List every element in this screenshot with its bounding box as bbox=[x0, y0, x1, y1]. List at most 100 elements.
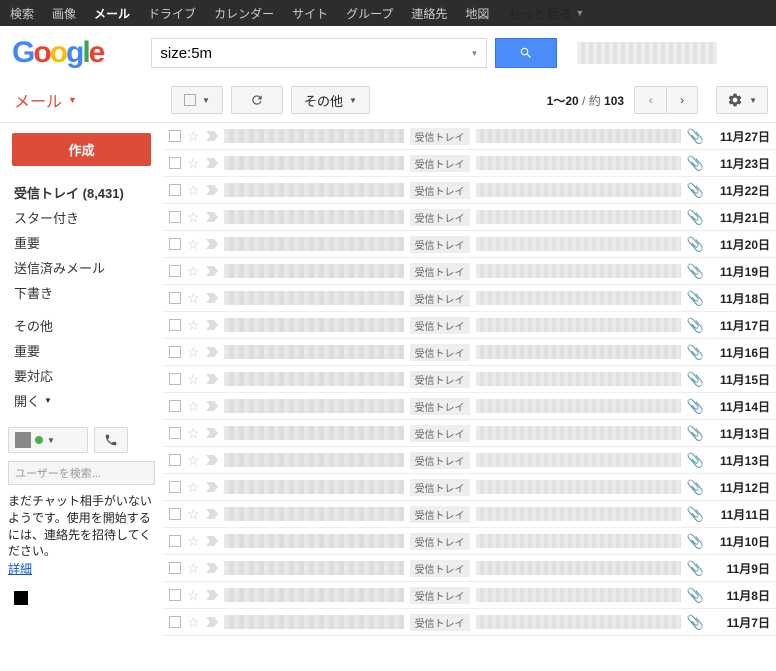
star-icon[interactable]: ☆ bbox=[187, 614, 200, 631]
star-icon[interactable]: ☆ bbox=[187, 209, 200, 226]
row-checkbox[interactable] bbox=[169, 562, 181, 574]
sidebar-item-needs-action[interactable]: 要対応 bbox=[8, 363, 155, 388]
row-checkbox[interactable] bbox=[169, 616, 181, 628]
row-checkbox[interactable] bbox=[169, 238, 181, 250]
table-row[interactable]: ☆受信トレイ📎11月20日 bbox=[163, 231, 776, 258]
table-row[interactable]: ☆受信トレイ📎11月14日 bbox=[163, 393, 776, 420]
table-row[interactable]: ☆受信トレイ📎11月11日 bbox=[163, 501, 776, 528]
star-icon[interactable]: ☆ bbox=[187, 452, 200, 469]
star-icon[interactable]: ☆ bbox=[187, 263, 200, 280]
row-checkbox[interactable] bbox=[169, 535, 181, 547]
row-checkbox[interactable] bbox=[169, 265, 181, 277]
row-checkbox[interactable] bbox=[169, 130, 181, 142]
star-icon[interactable]: ☆ bbox=[187, 317, 200, 334]
star-icon[interactable]: ☆ bbox=[187, 182, 200, 199]
search-options-dropdown[interactable]: ▼ bbox=[470, 49, 478, 58]
star-icon[interactable]: ☆ bbox=[187, 344, 200, 361]
table-row[interactable]: ☆受信トレイ📎11月22日 bbox=[163, 177, 776, 204]
refresh-button[interactable] bbox=[231, 86, 283, 114]
row-checkbox[interactable] bbox=[169, 211, 181, 223]
star-icon[interactable]: ☆ bbox=[187, 128, 200, 145]
nav-mail[interactable]: メール bbox=[94, 5, 130, 22]
star-icon[interactable]: ☆ bbox=[187, 290, 200, 307]
importance-icon[interactable] bbox=[206, 347, 218, 357]
row-checkbox[interactable] bbox=[169, 400, 181, 412]
row-checkbox[interactable] bbox=[169, 346, 181, 358]
nav-maps[interactable]: 地図 bbox=[465, 5, 489, 22]
row-checkbox[interactable] bbox=[169, 427, 181, 439]
table-row[interactable]: ☆受信トレイ📎11月12日 bbox=[163, 474, 776, 501]
star-icon[interactable]: ☆ bbox=[187, 398, 200, 415]
star-icon[interactable]: ☆ bbox=[187, 587, 200, 604]
table-row[interactable]: ☆受信トレイ📎11月19日 bbox=[163, 258, 776, 285]
importance-icon[interactable] bbox=[206, 563, 218, 573]
more-actions-button[interactable]: その他▼ bbox=[291, 86, 370, 114]
table-row[interactable]: ☆受信トレイ📎11月10日 bbox=[163, 528, 776, 555]
search-input[interactable] bbox=[160, 45, 470, 62]
table-row[interactable]: ☆受信トレイ📎11月21日 bbox=[163, 204, 776, 231]
chat-search-input[interactable]: ユーザーを検索... bbox=[8, 461, 155, 485]
select-all-button[interactable]: ▼ bbox=[171, 86, 223, 114]
table-row[interactable]: ☆受信トレイ📎11月17日 bbox=[163, 312, 776, 339]
importance-icon[interactable] bbox=[206, 212, 218, 222]
star-icon[interactable]: ☆ bbox=[187, 155, 200, 172]
importance-icon[interactable] bbox=[206, 374, 218, 384]
next-page-button[interactable]: › bbox=[666, 86, 698, 114]
table-row[interactable]: ☆受信トレイ📎11月27日 bbox=[163, 123, 776, 150]
sidebar-item-starred[interactable]: スター付き bbox=[8, 205, 155, 230]
importance-icon[interactable] bbox=[206, 266, 218, 276]
nav-drive[interactable]: ドライブ bbox=[148, 5, 196, 22]
importance-icon[interactable] bbox=[206, 239, 218, 249]
sidebar-item-expand[interactable]: 開く▼ bbox=[8, 388, 155, 413]
importance-icon[interactable] bbox=[206, 482, 218, 492]
table-row[interactable]: ☆受信トレイ📎11月7日 bbox=[163, 609, 776, 636]
importance-icon[interactable] bbox=[206, 590, 218, 600]
importance-icon[interactable] bbox=[206, 401, 218, 411]
nav-images[interactable]: 画像 bbox=[52, 5, 76, 22]
table-row[interactable]: ☆受信トレイ📎11月13日 bbox=[163, 420, 776, 447]
nav-calendar[interactable]: カレンダー bbox=[214, 5, 274, 22]
star-icon[interactable]: ☆ bbox=[187, 506, 200, 523]
table-row[interactable]: ☆受信トレイ📎11月23日 bbox=[163, 150, 776, 177]
table-row[interactable]: ☆受信トレイ📎11月16日 bbox=[163, 339, 776, 366]
importance-icon[interactable] bbox=[206, 617, 218, 627]
table-row[interactable]: ☆受信トレイ📎11月15日 bbox=[163, 366, 776, 393]
table-row[interactable]: ☆受信トレイ📎11月13日 bbox=[163, 447, 776, 474]
star-icon[interactable]: ☆ bbox=[187, 371, 200, 388]
row-checkbox[interactable] bbox=[169, 157, 181, 169]
nav-contacts[interactable]: 連絡先 bbox=[411, 5, 447, 22]
row-checkbox[interactable] bbox=[169, 292, 181, 304]
nav-groups[interactable]: グループ bbox=[346, 5, 393, 22]
star-icon[interactable]: ☆ bbox=[187, 533, 200, 550]
importance-icon[interactable] bbox=[206, 320, 218, 330]
sidebar-item-drafts[interactable]: 下書き bbox=[8, 280, 155, 305]
importance-icon[interactable] bbox=[206, 131, 218, 141]
table-row[interactable]: ☆受信トレイ📎11月18日 bbox=[163, 285, 776, 312]
chat-phone-button[interactable] bbox=[94, 427, 128, 453]
chat-detail-link[interactable]: 詳細 bbox=[8, 562, 32, 576]
row-checkbox[interactable] bbox=[169, 589, 181, 601]
sidebar-item-important-label[interactable]: 重要 bbox=[8, 338, 155, 363]
star-icon[interactable]: ☆ bbox=[187, 425, 200, 442]
sidebar-item-important[interactable]: 重要 bbox=[8, 230, 155, 255]
star-icon[interactable]: ☆ bbox=[187, 560, 200, 577]
star-icon[interactable]: ☆ bbox=[187, 479, 200, 496]
compose-button[interactable]: 作成 bbox=[12, 133, 151, 166]
table-row[interactable]: ☆受信トレイ📎11月8日 bbox=[163, 582, 776, 609]
row-checkbox[interactable] bbox=[169, 373, 181, 385]
importance-icon[interactable] bbox=[206, 185, 218, 195]
importance-icon[interactable] bbox=[206, 158, 218, 168]
importance-icon[interactable] bbox=[206, 536, 218, 546]
row-checkbox[interactable] bbox=[169, 454, 181, 466]
mail-switcher[interactable]: メール▼ bbox=[0, 78, 163, 122]
nav-more[interactable]: もっと見る▼ bbox=[507, 4, 584, 23]
sidebar-item-other[interactable]: その他 bbox=[8, 313, 155, 338]
sidebar-item-sent[interactable]: 送信済みメール bbox=[8, 255, 155, 280]
row-checkbox[interactable] bbox=[169, 319, 181, 331]
settings-button[interactable]: ▼ bbox=[716, 86, 768, 114]
sidebar-item-inbox[interactable]: 受信トレイ (8,431) bbox=[8, 180, 155, 205]
table-row[interactable]: ☆受信トレイ📎11月9日 bbox=[163, 555, 776, 582]
nav-search[interactable]: 検索 bbox=[10, 5, 34, 22]
chat-user-button[interactable]: ▼ bbox=[8, 427, 88, 453]
importance-icon[interactable] bbox=[206, 293, 218, 303]
